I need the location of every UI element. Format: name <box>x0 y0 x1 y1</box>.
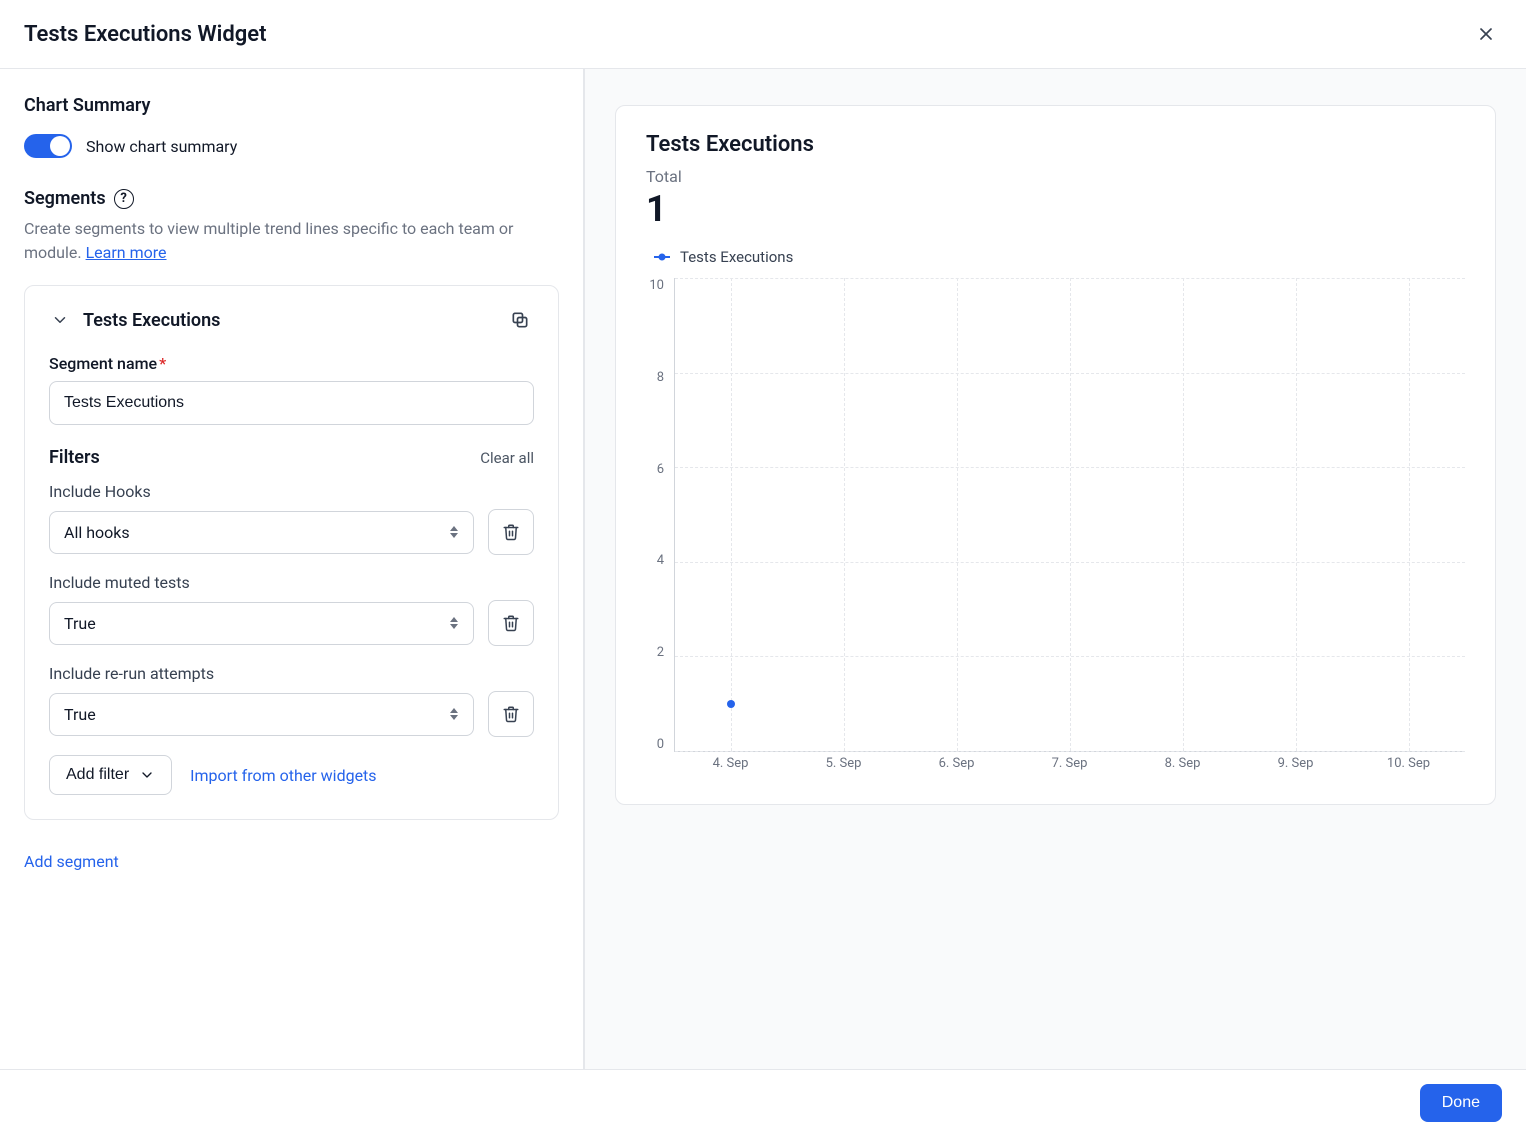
grid-line-v <box>1296 278 1297 751</box>
legend-label: Tests Executions <box>680 248 793 266</box>
segment-header-left: Tests Executions <box>49 309 220 331</box>
import-link[interactable]: Import from other widgets <box>190 766 376 785</box>
clear-all-link[interactable]: Clear all <box>480 449 534 467</box>
filters-header: Filters Clear all <box>49 447 534 468</box>
modal-footer: Done <box>0 1069 1526 1136</box>
filter-label: Include re-run attempts <box>49 664 534 683</box>
segment-name-input[interactable] <box>49 381 534 425</box>
filter-group-hooks: Include Hooks All hooks <box>49 482 534 555</box>
chevron-down-icon <box>51 311 69 329</box>
filter-group-muted: Include muted tests True <box>49 573 534 646</box>
filter-row: True <box>49 691 534 737</box>
chart-legend: Tests Executions <box>654 248 1465 266</box>
data-point <box>727 700 735 708</box>
grid-line-v <box>957 278 958 751</box>
modal-title: Tests Executions Widget <box>24 22 267 47</box>
add-segment-link[interactable]: Add segment <box>24 852 119 871</box>
grid-line-v <box>1183 278 1184 751</box>
select-sort-icon <box>449 617 459 629</box>
chevron-down-icon <box>139 767 155 783</box>
show-summary-row: Show chart summary <box>24 134 559 158</box>
trash-icon <box>502 705 520 723</box>
close-icon <box>1476 24 1496 44</box>
learn-more-link[interactable]: Learn more <box>86 243 167 262</box>
x-tick: 5. Sep <box>826 756 862 771</box>
add-filter-button[interactable]: Add filter <box>49 755 172 795</box>
filter-group-rerun: Include re-run attempts True <box>49 664 534 737</box>
delete-filter-button[interactable] <box>488 691 534 737</box>
segment-card: Tests Executions Segment name* Filters C… <box>24 285 559 820</box>
delete-filter-button[interactable] <box>488 509 534 555</box>
filter-value: All hooks <box>64 523 130 542</box>
filters-title: Filters <box>49 447 100 468</box>
add-filter-label: Add filter <box>66 766 129 784</box>
filter-value: True <box>64 614 96 633</box>
grid-line-v <box>844 278 845 751</box>
y-tick: 2 <box>657 645 664 660</box>
show-summary-label: Show chart summary <box>86 137 237 156</box>
delete-filter-button[interactable] <box>488 600 534 646</box>
chart-area: 10 8 6 4 2 0 4. Sep 5. Sep 6. Sep 7. Sep 8. Sep 9.… <box>646 278 1465 778</box>
x-tick: 9. Sep <box>1278 756 1314 771</box>
select-sort-icon <box>449 526 459 538</box>
filter-select-muted[interactable]: True <box>49 602 474 645</box>
trash-icon <box>502 614 520 632</box>
copy-icon <box>510 310 530 330</box>
modal-header: Tests Executions Widget <box>0 0 1526 69</box>
filter-actions: Add filter Import from other widgets <box>49 755 534 795</box>
x-tick: 10. Sep <box>1387 756 1430 771</box>
modal-body: Chart Summary Show chart summary Segment… <box>0 69 1526 1069</box>
collapse-button[interactable] <box>49 309 71 331</box>
y-tick: 6 <box>657 462 664 477</box>
duplicate-button[interactable] <box>506 306 534 334</box>
x-axis-labels: 4. Sep 5. Sep 6. Sep 7. Sep 8. Sep 9. Sep 10. … <box>674 756 1465 780</box>
x-tick: 7. Sep <box>1052 756 1088 771</box>
filter-row: All hooks <box>49 509 534 555</box>
chart-summary-title: Chart Summary <box>24 95 559 116</box>
required-indicator: * <box>159 354 166 373</box>
show-summary-toggle[interactable] <box>24 134 72 158</box>
close-button[interactable] <box>1470 18 1502 50</box>
x-tick: 6. Sep <box>939 756 975 771</box>
segments-header: Segments ? <box>24 188 559 209</box>
trash-icon <box>502 523 520 541</box>
grid-line-h <box>675 751 1465 752</box>
filter-select-hooks[interactable]: All hooks <box>49 511 474 554</box>
chart-plot <box>674 278 1465 752</box>
select-sort-icon <box>449 708 459 720</box>
grid-line-v <box>731 278 732 751</box>
filter-row: True <box>49 600 534 646</box>
x-tick: 8. Sep <box>1165 756 1201 771</box>
y-tick: 10 <box>649 278 664 293</box>
help-icon[interactable]: ? <box>114 189 134 209</box>
right-pane: Tests Executions Total 1 Tests Execution… <box>584 69 1526 1069</box>
segments-description: Create segments to view multiple trend l… <box>24 217 559 265</box>
segment-title: Tests Executions <box>83 310 220 331</box>
total-label: Total <box>646 167 1465 186</box>
filter-label: Include muted tests <box>49 573 534 592</box>
grid-line-v <box>1409 278 1410 751</box>
left-pane[interactable]: Chart Summary Show chart summary Segment… <box>0 69 584 1069</box>
y-tick: 8 <box>657 370 664 385</box>
legend-marker-icon <box>654 256 670 258</box>
preview-title: Tests Executions <box>646 132 1465 157</box>
segments-title: Segments <box>24 188 106 209</box>
segment-name-label: Segment name* <box>49 354 534 373</box>
total-value: 1 <box>646 188 1465 230</box>
filter-select-rerun[interactable]: True <box>49 693 474 736</box>
filter-label: Include Hooks <box>49 482 534 501</box>
y-tick: 0 <box>657 737 664 752</box>
grid-line-v <box>1070 278 1071 751</box>
segment-card-header: Tests Executions <box>49 306 534 334</box>
done-button[interactable]: Done <box>1420 1084 1502 1122</box>
filter-value: True <box>64 705 96 724</box>
segment-name-label-text: Segment name <box>49 354 157 373</box>
preview-card: Tests Executions Total 1 Tests Execution… <box>615 105 1496 805</box>
y-tick: 4 <box>657 553 664 568</box>
y-axis-labels: 10 8 6 4 2 0 <box>638 278 664 752</box>
x-tick: 4. Sep <box>713 756 749 771</box>
